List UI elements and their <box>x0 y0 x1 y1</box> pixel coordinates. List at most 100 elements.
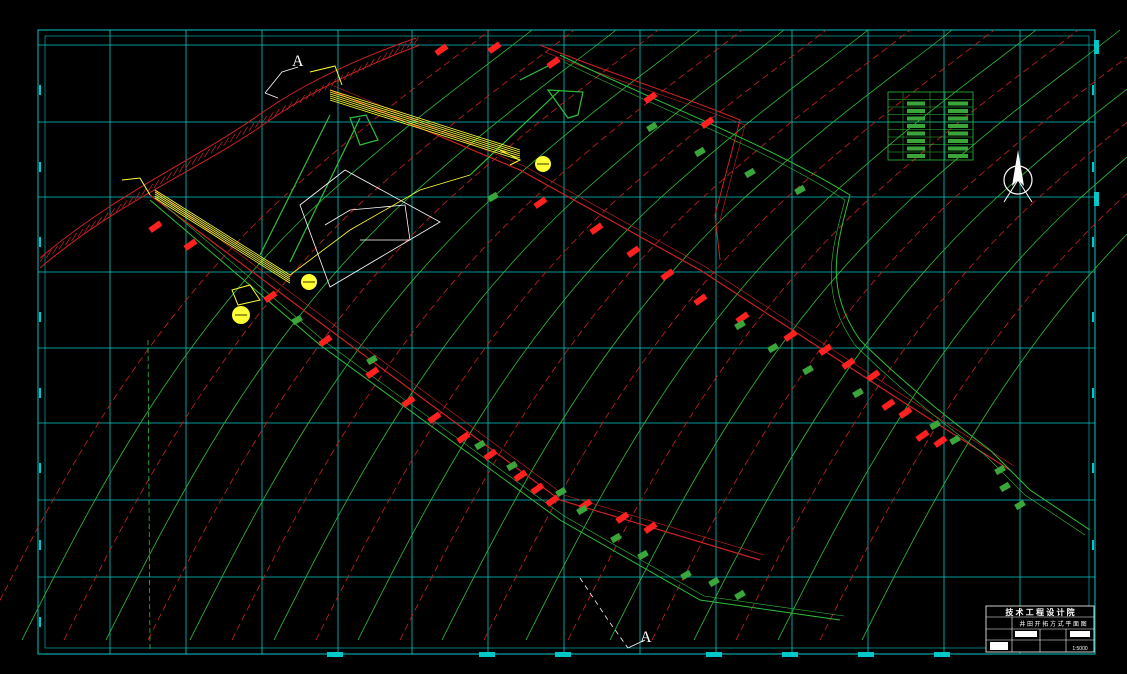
red-marker <box>263 290 278 303</box>
borehole-marker <box>301 274 317 290</box>
red-marker <box>626 245 641 258</box>
green-marker <box>744 167 756 179</box>
hatch-stroke <box>318 84 324 94</box>
red-marker <box>589 222 604 235</box>
title-block: 技 术 工 程 设 计 院 井 田 开 拓 方 式 平 面 图 1:5000 <box>985 605 1095 653</box>
red-marker <box>487 41 502 54</box>
legend-swatch <box>948 146 968 151</box>
green-marker <box>734 589 746 601</box>
tick-mark <box>1092 312 1094 322</box>
legend-swatch <box>907 124 925 128</box>
tick-mark <box>39 162 41 172</box>
red-marker <box>915 429 930 442</box>
hatch-stroke <box>153 179 160 189</box>
tick-mark <box>1092 237 1094 247</box>
tick-mark <box>39 237 41 247</box>
section-mark-top: A <box>292 53 304 70</box>
legend-swatch <box>907 146 925 151</box>
legend-swatch <box>907 109 925 113</box>
red-marker <box>660 268 675 281</box>
red-marker <box>881 398 896 411</box>
grid-tick-marks <box>39 85 1094 627</box>
hatch-stroke <box>312 88 318 97</box>
contour-lines <box>0 29 1127 641</box>
green-marker <box>291 314 303 326</box>
hatch-stroke <box>400 42 407 52</box>
green-marker <box>610 532 622 544</box>
hatch-stroke <box>185 160 191 169</box>
legend-swatch <box>948 101 968 106</box>
tick-mark <box>1092 388 1094 398</box>
cad-drawing-canvas: A A 技 术 工 程 设 计 院 井 田 开 拓 方 式 平 面 图 1:50… <box>0 29 1127 657</box>
contour-green <box>609 29 1121 641</box>
green-marker <box>802 364 814 376</box>
red-marker <box>365 366 380 379</box>
hatched-boundary <box>39 36 421 269</box>
hatch-stroke <box>210 144 217 154</box>
title-drawing-name: 井 田 开 拓 方 式 平 面 图 <box>1019 620 1086 628</box>
mine-boundary-road <box>147 44 1091 651</box>
tick-mark <box>1092 463 1094 473</box>
track-end <box>231 284 261 306</box>
scale-tab <box>934 652 950 657</box>
section-line-a: A A <box>264 53 652 649</box>
red-marker <box>183 238 198 251</box>
hatch-stroke <box>179 164 185 173</box>
red-marker <box>546 56 561 69</box>
tick-mark <box>39 540 41 550</box>
legend-swatch <box>907 131 925 136</box>
hatch-stroke <box>191 156 198 165</box>
track-line <box>329 93 521 155</box>
title-scale: 1:5000 <box>1072 646 1088 652</box>
hatch-stroke <box>255 119 261 128</box>
contour-red <box>819 193 1127 641</box>
legend-swatch <box>948 109 968 113</box>
hatch-stroke <box>331 78 337 87</box>
green-marker <box>694 146 706 158</box>
tick-mark <box>1092 85 1094 95</box>
hatch-stroke <box>369 58 375 68</box>
hatch-stroke <box>305 91 312 100</box>
tick-mark <box>1092 540 1094 550</box>
green-marker <box>680 569 692 581</box>
hatch-stroke <box>280 105 286 114</box>
legend-swatch <box>948 139 968 143</box>
tick-mark <box>39 312 41 322</box>
red-marker <box>545 494 560 507</box>
scale-tab <box>858 652 874 657</box>
hatch-stroke <box>223 137 229 146</box>
green-marker <box>646 121 658 133</box>
hatch-stroke <box>248 122 255 132</box>
scale-tab <box>555 652 571 657</box>
red-marker <box>643 521 658 534</box>
borehole-marker <box>232 306 250 324</box>
legend-swatch <box>907 116 925 121</box>
legend-swatch <box>907 101 925 106</box>
tick-mark <box>39 388 41 398</box>
legend-swatch <box>948 131 968 136</box>
legend-swatch <box>907 154 925 158</box>
title-organization: 技 术 工 程 设 计 院 <box>1005 607 1074 617</box>
hatch-stroke <box>217 141 223 150</box>
tick-mark <box>39 85 41 95</box>
contour-green <box>441 29 953 641</box>
legend-swatch <box>948 116 968 121</box>
red-marker <box>456 431 471 444</box>
track-line <box>329 99 521 161</box>
contour-green <box>189 29 701 641</box>
hatch-stroke <box>229 133 236 143</box>
hatch-stroke <box>58 241 65 250</box>
hatch-stroke <box>299 94 305 104</box>
green-marker <box>506 460 518 472</box>
haulage-tracks <box>121 65 522 306</box>
hatch-stroke <box>198 152 204 161</box>
green-marker <box>949 434 961 446</box>
tick-mark <box>39 463 41 473</box>
red-marker <box>933 435 948 448</box>
red-marker <box>427 411 442 424</box>
hatch-stroke <box>166 171 172 181</box>
borehole-marker <box>535 156 551 172</box>
contour-green <box>693 88 1127 641</box>
contour-green <box>21 29 533 641</box>
hatch-stroke <box>343 71 350 81</box>
